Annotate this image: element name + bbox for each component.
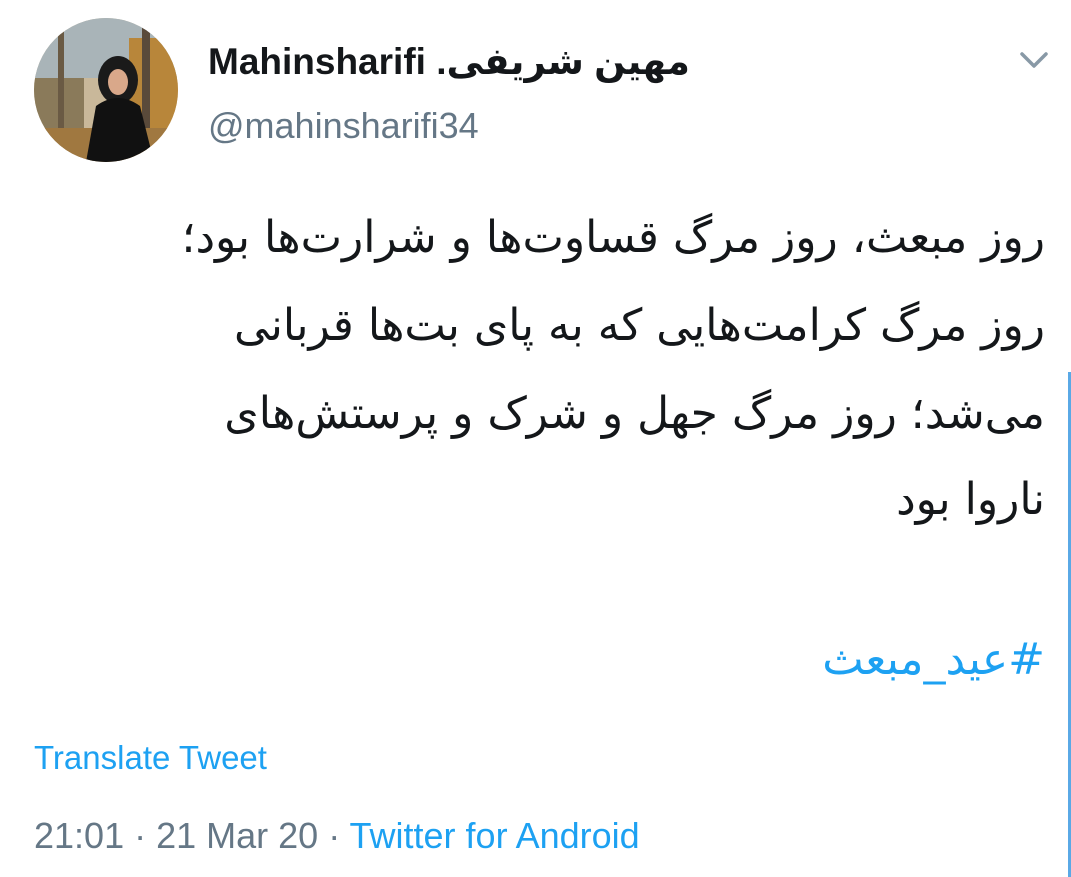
tweet-text-line: ناروا بود	[896, 474, 1045, 525]
user-handle[interactable]: @mahinsharifi34	[208, 104, 479, 148]
tweet-text-line: روز مرگ کرامت‌هایی که به پای بت‌ها قربان…	[233, 300, 1045, 351]
tweet-source-link[interactable]: Twitter for Android	[350, 815, 640, 856]
tweet-date: 21 Mar 20	[156, 815, 319, 856]
meta-separator: ·	[124, 815, 157, 856]
hashtag-link[interactable]: #عید_مبعث	[822, 630, 1045, 690]
tweet-text-line: روز مبعث، روز مرگ قساوت‌ها و شرارت‌ها بو…	[181, 212, 1045, 263]
tweet-meta: 21:01 · 21 Mar 20 · Twitter for Android	[34, 814, 640, 858]
tweet-text-line: می‌شد؛ روز مرگ جهل و شرک و پرستش‌های	[224, 388, 1045, 439]
meta-separator: ·	[318, 815, 350, 856]
avatar[interactable]	[34, 18, 178, 162]
chevron-down-icon[interactable]	[1012, 44, 1056, 76]
translate-tweet-link[interactable]: Translate Tweet	[34, 738, 267, 778]
display-name[interactable]: Mahinsharifi .مهین شریفی	[208, 40, 690, 84]
tweet-time: 21:01	[34, 815, 125, 856]
